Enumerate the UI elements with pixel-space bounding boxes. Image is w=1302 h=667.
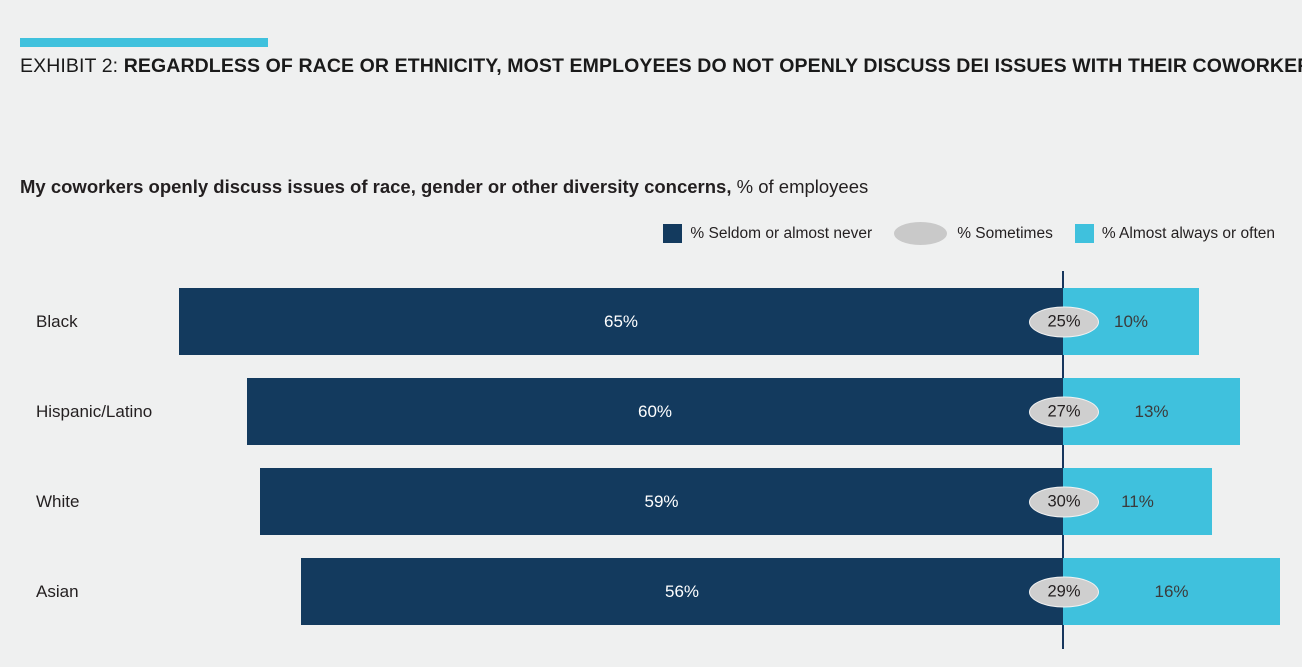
- bar-row: White 59% 11% 30%: [0, 468, 1302, 535]
- bar-segment-seldom: 65%: [179, 288, 1063, 355]
- bar-segment-seldom: 59%: [260, 468, 1063, 535]
- category-label: Black: [36, 311, 78, 331]
- legend-item-often: % Almost always or often: [1074, 224, 1275, 243]
- chart-plot-area: Black 65% 10% 25% Hispanic/Latino 60% 13…: [0, 265, 1302, 655]
- legend-label-seldom: % Seldom or almost never: [690, 224, 873, 242]
- legend-swatch-navy-icon: [663, 224, 683, 243]
- bar-segment-seldom: 56%: [301, 558, 1063, 625]
- bar-row: Black 65% 10% 25%: [0, 288, 1302, 355]
- legend-label-often: % Almost always or often: [1101, 224, 1275, 242]
- category-label: Hispanic/Latino: [36, 401, 153, 421]
- bar-value-often: 13%: [1134, 401, 1169, 421]
- bar-value-often: 16%: [1154, 581, 1189, 601]
- legend-item-sometimes: % Sometimes: [894, 222, 1053, 245]
- accent-bar: [20, 38, 268, 47]
- legend-swatch-cyan-icon: [1074, 224, 1094, 243]
- chart-subtitle-bold: My coworkers openly discuss issues of ra…: [20, 176, 732, 197]
- bar-value-sometimes-bubble: 30%: [1029, 486, 1099, 517]
- legend-item-seldom: % Seldom or almost never: [663, 224, 872, 243]
- bar-value-sometimes-bubble: 27%: [1029, 396, 1099, 427]
- exhibit-headline: REGARDLESS OF RACE OR ETHNICITY, MOST EM…: [123, 55, 1302, 77]
- category-label: Asian: [36, 581, 79, 601]
- bar-row: Asian 56% 16% 29%: [0, 558, 1302, 625]
- chart-legend: % Seldom or almost never % Sometimes % A…: [663, 222, 1275, 245]
- bar-segment-seldom: 60%: [247, 378, 1063, 445]
- bar-value-often: 11%: [1121, 491, 1154, 511]
- bar-value-seldom: 60%: [637, 401, 673, 421]
- chart-subtitle: My coworkers openly discuss issues of ra…: [20, 176, 868, 198]
- exhibit-label: EXHIBIT 2:: [20, 55, 124, 77]
- bar-row: Hispanic/Latino 60% 13% 27%: [0, 378, 1302, 445]
- bar-value-seldom: 59%: [644, 491, 679, 511]
- category-label: White: [36, 491, 80, 511]
- legend-swatch-ellipse-icon: [894, 222, 948, 245]
- bar-value-seldom: 65%: [603, 311, 639, 331]
- bar-value-often: 10%: [1113, 311, 1149, 331]
- bar-value-sometimes-bubble: 29%: [1029, 576, 1099, 607]
- bar-value-seldom: 56%: [664, 581, 700, 601]
- bar-value-sometimes-bubble: 25%: [1029, 306, 1099, 337]
- chart-subtitle-units: % of employees: [731, 176, 869, 197]
- page-title: EXHIBIT 2: REGARDLESS OF RACE OR ETHNICI…: [20, 55, 1302, 77]
- legend-label-sometimes: % Sometimes: [957, 224, 1053, 242]
